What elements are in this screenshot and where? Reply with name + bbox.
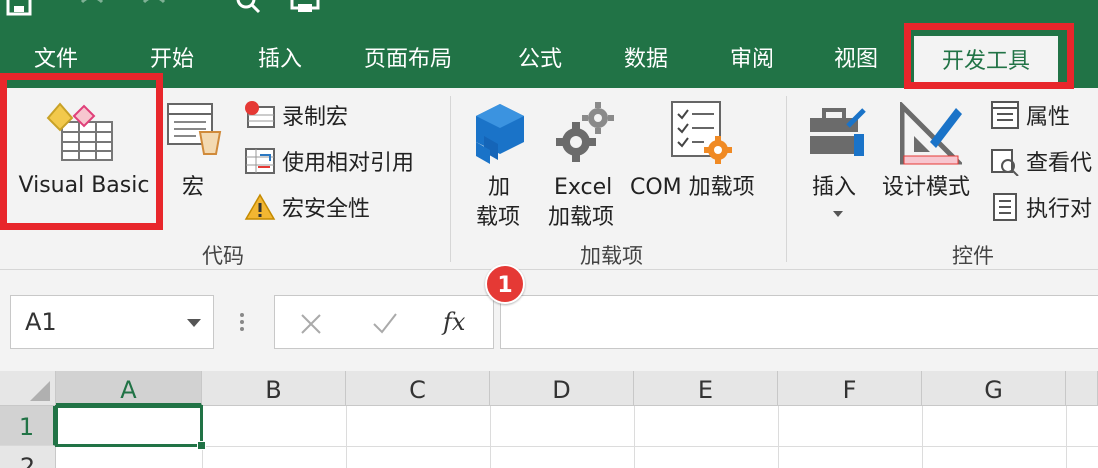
properties-button[interactable]: 属性 bbox=[990, 98, 1070, 132]
column-header[interactable]: E bbox=[634, 371, 778, 406]
gridline bbox=[346, 406, 347, 468]
undo-icon[interactable] bbox=[78, 0, 108, 16]
formula-bar: A1 fx bbox=[0, 271, 1098, 371]
column-header[interactable]: B bbox=[202, 371, 346, 406]
column-header[interactable] bbox=[1066, 371, 1098, 406]
relative-reference-icon bbox=[245, 148, 275, 174]
addins-group-label: 加载项 bbox=[580, 244, 643, 268]
view-code-button[interactable]: 查看代 bbox=[990, 144, 1092, 178]
ribbon: Visual Basic 宏 录制宏 使用相对引用 宏安全性 代码 加 载项 E… bbox=[0, 88, 1098, 270]
group-divider bbox=[450, 96, 451, 262]
macros-icon bbox=[167, 103, 222, 155]
macro-security-label: 宏安全性 bbox=[282, 197, 371, 222]
name-box-value: A1 bbox=[25, 308, 57, 336]
tab-page-layout[interactable]: 页面布局 bbox=[364, 44, 452, 76]
enter-icon[interactable] bbox=[371, 310, 399, 336]
relative-reference-label: 使用相对引用 bbox=[282, 151, 415, 176]
row-header[interactable]: 2 bbox=[0, 446, 56, 468]
select-all-button[interactable] bbox=[0, 371, 56, 406]
ribbon-tabs: 文件 开始 插入 页面布局 公式 数据 审阅 视图 开发工具 bbox=[0, 30, 1098, 88]
design-mode-button[interactable]: 设计模式 bbox=[882, 96, 982, 216]
addins-button[interactable]: 加 载项 bbox=[466, 96, 536, 236]
tab-home[interactable]: 开始 bbox=[150, 44, 194, 76]
insert-function-button[interactable]: fx bbox=[443, 308, 465, 336]
drag-handle-icon[interactable] bbox=[238, 311, 246, 333]
print-preview-icon[interactable] bbox=[232, 0, 262, 16]
insert-control-button[interactable]: 插入 bbox=[800, 96, 872, 226]
quick-access-toolbar bbox=[0, 0, 1098, 30]
formula-input[interactable] bbox=[500, 295, 1098, 349]
excel-addins-label-line1: Excel bbox=[554, 175, 613, 200]
code-group-label: 代码 bbox=[202, 244, 244, 268]
step-badge: 1 bbox=[485, 264, 525, 304]
column-header[interactable]: A bbox=[56, 371, 202, 406]
record-macro-button[interactable]: 录制宏 bbox=[244, 98, 348, 132]
chevron-down-icon[interactable] bbox=[832, 210, 844, 218]
redo-icon[interactable] bbox=[140, 0, 170, 16]
run-dialog-icon bbox=[993, 193, 1017, 221]
gear-icon bbox=[556, 102, 614, 162]
design-mode-icon bbox=[900, 102, 962, 165]
name-box[interactable]: A1 bbox=[10, 295, 214, 349]
com-addins-icon bbox=[671, 101, 732, 164]
active-cell[interactable] bbox=[55, 405, 203, 447]
column-header[interactable]: F bbox=[778, 371, 922, 406]
column-header[interactable]: D bbox=[490, 371, 634, 406]
formula-actions: fx bbox=[274, 295, 494, 349]
tab-data[interactable]: 数据 bbox=[624, 44, 668, 76]
gridline bbox=[634, 406, 635, 468]
properties-icon bbox=[991, 101, 1019, 129]
chevron-down-icon[interactable] bbox=[187, 319, 201, 327]
design-mode-label: 设计模式 bbox=[882, 175, 971, 200]
gridline bbox=[922, 406, 923, 468]
gridline bbox=[778, 406, 779, 468]
run-dialog-label: 执行对 bbox=[1026, 197, 1093, 222]
properties-label: 属性 bbox=[1026, 105, 1071, 130]
view-code-icon bbox=[991, 149, 1019, 176]
macro-security-button[interactable]: 宏安全性 bbox=[244, 190, 370, 224]
insert-control-label: 插入 bbox=[812, 175, 857, 200]
column-header[interactable]: C bbox=[346, 371, 490, 406]
com-addins-button[interactable]: COM 加载项 bbox=[630, 96, 772, 216]
gridline bbox=[1066, 406, 1067, 468]
macros-label: 宏 bbox=[182, 175, 205, 200]
tab-review[interactable]: 审阅 bbox=[730, 44, 774, 76]
com-addins-label: COM 加载项 bbox=[630, 175, 755, 200]
gridline bbox=[56, 446, 1098, 447]
controls-group-label: 控件 bbox=[952, 244, 994, 268]
excel-addins-label-line2: 加载项 bbox=[548, 205, 615, 230]
cancel-icon[interactable] bbox=[299, 312, 323, 336]
spreadsheet-grid: A B C D E F G 1 2 bbox=[0, 371, 1098, 468]
record-macro-icon bbox=[245, 101, 275, 128]
tab-insert[interactable]: 插入 bbox=[258, 44, 302, 76]
tab-developer[interactable]: 开发工具 bbox=[914, 36, 1059, 88]
print-icon[interactable] bbox=[290, 0, 320, 16]
view-code-label: 查看代 bbox=[1026, 151, 1093, 176]
tab-view[interactable]: 视图 bbox=[834, 44, 878, 76]
excel-addins-button[interactable]: Excel 加载项 bbox=[546, 96, 622, 236]
record-macro-label: 录制宏 bbox=[282, 105, 349, 130]
toolbox-icon bbox=[810, 108, 866, 156]
warning-icon bbox=[244, 193, 276, 220]
addins-label-line1: 加 bbox=[488, 175, 511, 200]
macros-button[interactable]: 宏 bbox=[162, 96, 230, 216]
gridline bbox=[490, 406, 491, 468]
save-icon[interactable] bbox=[6, 0, 36, 16]
tab-formulas[interactable]: 公式 bbox=[518, 44, 562, 76]
addins-label-line2: 载项 bbox=[476, 205, 521, 230]
select-all-icon bbox=[30, 381, 50, 401]
row-header[interactable]: 1 bbox=[0, 406, 56, 446]
fill-handle[interactable] bbox=[197, 441, 206, 450]
tab-file[interactable]: 文件 bbox=[34, 44, 78, 76]
relative-reference-button[interactable]: 使用相对引用 bbox=[244, 144, 414, 178]
visual-basic-button[interactable]: Visual Basic bbox=[8, 92, 154, 222]
visual-basic-icon bbox=[46, 102, 113, 161]
addins-icon bbox=[476, 104, 524, 164]
column-header[interactable]: G bbox=[922, 371, 1066, 406]
group-divider bbox=[786, 96, 787, 262]
run-dialog-button[interactable]: 执行对 bbox=[990, 190, 1092, 224]
visual-basic-label: Visual Basic bbox=[18, 173, 150, 198]
